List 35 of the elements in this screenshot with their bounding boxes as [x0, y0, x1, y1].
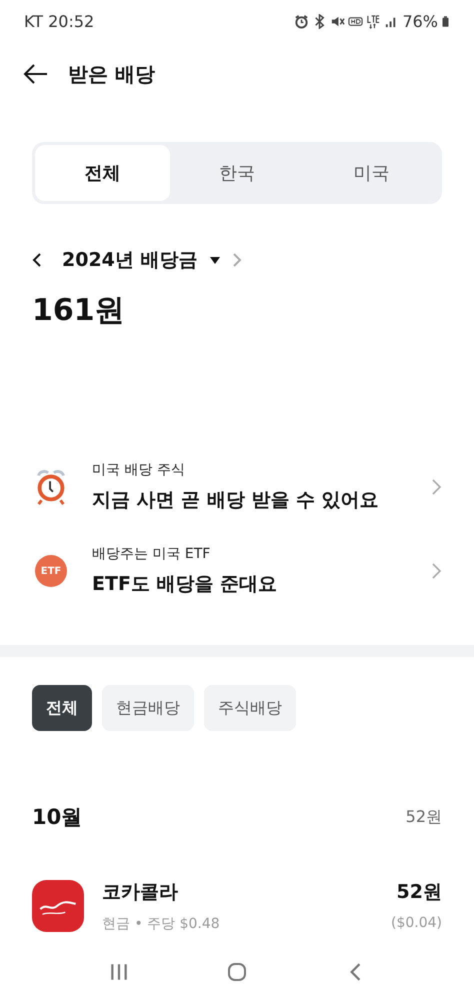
filter-chip[interactable]: 현금배당: [102, 685, 194, 731]
back-icon[interactable]: [22, 62, 50, 86]
filter-chip[interactable]: 전체: [32, 685, 92, 731]
dividend-detail: 현금 • 주당 $0.48: [102, 915, 220, 933]
promo-caption: 배당주는 미국 ETF: [92, 545, 212, 563]
promo-title[interactable]: 지금 사면 곧 배당 받을 수 있어요: [92, 487, 409, 513]
alarm-icon: [294, 14, 310, 28]
page-title: 받은 배당: [68, 60, 155, 88]
dividend-usd: ($0.04): [390, 915, 442, 933]
etf-badge: ETF: [35, 555, 67, 587]
chevron-right-icon[interactable]: [431, 562, 442, 580]
year-selector[interactable]: 2024년 배당금: [62, 247, 198, 273]
stock-logo-icon: [32, 880, 84, 932]
promo-caption: 미국 배당 주식: [92, 461, 186, 479]
dividend-total: 161원: [32, 292, 126, 330]
stock-name[interactable]: 코카콜라: [102, 879, 178, 905]
region-tab[interactable]: 미국: [304, 145, 440, 201]
dividend-amount: 52원: [396, 880, 442, 905]
region-tab[interactable]: 한국: [170, 145, 304, 201]
previous-year-icon[interactable]: [32, 252, 42, 268]
battery-icon: [441, 14, 450, 28]
battery-percent: 76%: [402, 12, 438, 30]
carrier-time: KT 20:52: [24, 12, 94, 30]
region-tab[interactable]: 전체: [35, 145, 170, 201]
recent-apps-icon[interactable]: [109, 962, 129, 982]
lte-icon: [366, 14, 382, 28]
bluetooth-icon: [312, 14, 328, 28]
next-year-icon[interactable]: [232, 252, 242, 268]
month-total: 52원: [406, 806, 442, 828]
month-label: 10월: [32, 804, 82, 831]
promo-title[interactable]: ETF도 배당을 준대요: [92, 571, 409, 597]
chevron-right-icon[interactable]: [431, 478, 442, 496]
home-icon[interactable]: [227, 962, 247, 982]
filter-chip[interactable]: 주식배당: [204, 685, 296, 731]
dropdown-caret-icon[interactable]: [210, 256, 220, 264]
